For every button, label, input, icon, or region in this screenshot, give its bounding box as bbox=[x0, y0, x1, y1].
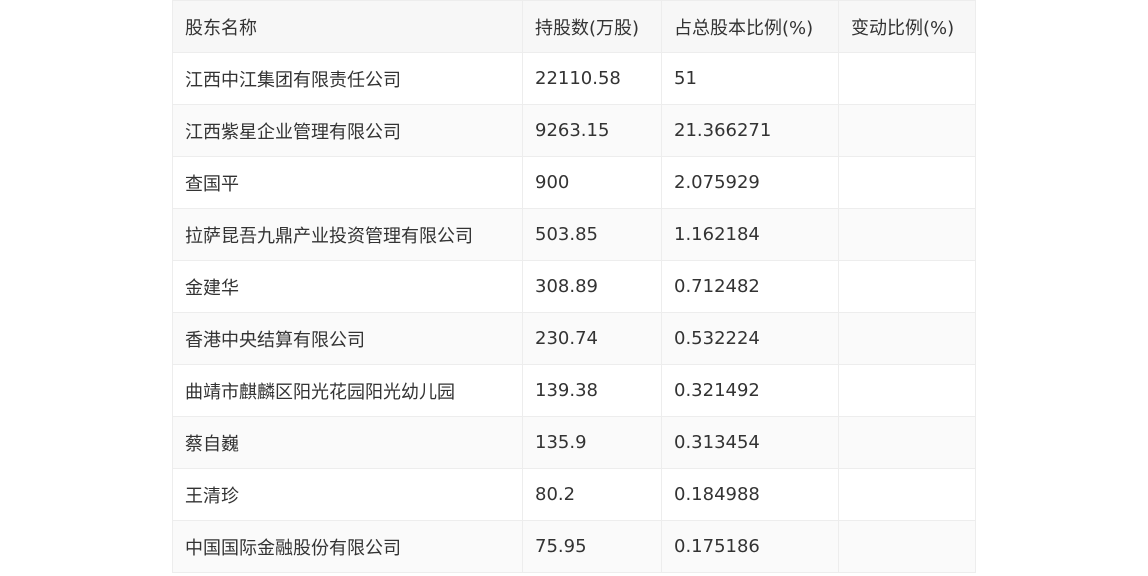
cell-shareholder-name: 蔡自巍 bbox=[172, 416, 523, 469]
cell-shareholder-name: 曲靖市麒麟区阳光花园阳光幼儿园 bbox=[172, 364, 523, 417]
table-row: 蔡自巍 135.9 0.313454 bbox=[172, 416, 976, 469]
header-row: 股东名称 持股数(万股) 占总股本比例(%) 变动比例(%) bbox=[172, 0, 976, 53]
cell-shares-held: 80.2 bbox=[522, 468, 662, 521]
cell-change-ratio bbox=[838, 260, 976, 313]
cell-change-ratio bbox=[838, 416, 976, 469]
cell-shares-held: 9263.15 bbox=[522, 104, 662, 157]
cell-change-ratio bbox=[838, 104, 976, 157]
cell-shares-held: 135.9 bbox=[522, 416, 662, 469]
header-change-ratio: 变动比例(%) bbox=[838, 0, 976, 53]
header-share-ratio: 占总股本比例(%) bbox=[661, 0, 839, 53]
cell-shareholder-name: 拉萨昆吾九鼎产业投资管理有限公司 bbox=[172, 208, 523, 261]
table-row: 拉萨昆吾九鼎产业投资管理有限公司 503.85 1.162184 bbox=[172, 208, 976, 261]
cell-change-ratio bbox=[838, 52, 976, 105]
table-row: 江西中江集团有限责任公司 22110.58 51 bbox=[172, 52, 976, 105]
cell-change-ratio bbox=[838, 468, 976, 521]
cell-share-ratio: 1.162184 bbox=[661, 208, 839, 261]
table-row: 查国平 900 2.075929 bbox=[172, 156, 976, 209]
cell-share-ratio: 51 bbox=[661, 52, 839, 105]
cell-change-ratio bbox=[838, 208, 976, 261]
cell-shareholder-name: 江西紫星企业管理有限公司 bbox=[172, 104, 523, 157]
cell-share-ratio: 2.075929 bbox=[661, 156, 839, 209]
cell-shares-held: 230.74 bbox=[522, 312, 662, 365]
table-row: 中国国际金融股份有限公司 75.95 0.175186 bbox=[172, 520, 976, 573]
cell-share-ratio: 0.313454 bbox=[661, 416, 839, 469]
cell-shares-held: 503.85 bbox=[522, 208, 662, 261]
table-row: 曲靖市麒麟区阳光花园阳光幼儿园 139.38 0.321492 bbox=[172, 364, 976, 417]
table-header: 股东名称 持股数(万股) 占总股本比例(%) 变动比例(%) bbox=[172, 0, 976, 53]
cell-shareholder-name: 王清珍 bbox=[172, 468, 523, 521]
cell-share-ratio: 0.712482 bbox=[661, 260, 839, 313]
cell-share-ratio: 21.366271 bbox=[661, 104, 839, 157]
cell-change-ratio bbox=[838, 312, 976, 365]
shareholder-table: 股东名称 持股数(万股) 占总股本比例(%) 变动比例(%) 江西中江集团有限责… bbox=[172, 0, 976, 573]
cell-change-ratio bbox=[838, 364, 976, 417]
cell-shareholder-name: 香港中央结算有限公司 bbox=[172, 312, 523, 365]
cell-shares-held: 75.95 bbox=[522, 520, 662, 573]
cell-share-ratio: 0.184988 bbox=[661, 468, 839, 521]
cell-shareholder-name: 金建华 bbox=[172, 260, 523, 313]
cell-shareholder-name: 中国国际金融股份有限公司 bbox=[172, 520, 523, 573]
cell-shares-held: 900 bbox=[522, 156, 662, 209]
cell-change-ratio bbox=[838, 156, 976, 209]
cell-share-ratio: 0.532224 bbox=[661, 312, 839, 365]
table-row: 江西紫星企业管理有限公司 9263.15 21.366271 bbox=[172, 104, 976, 157]
cell-change-ratio bbox=[838, 520, 976, 573]
table-row: 金建华 308.89 0.712482 bbox=[172, 260, 976, 313]
table-row: 香港中央结算有限公司 230.74 0.532224 bbox=[172, 312, 976, 365]
header-shares-held: 持股数(万股) bbox=[522, 0, 662, 53]
cell-shareholder-name: 江西中江集团有限责任公司 bbox=[172, 52, 523, 105]
cell-share-ratio: 0.175186 bbox=[661, 520, 839, 573]
cell-shares-held: 308.89 bbox=[522, 260, 662, 313]
table-body: 江西中江集团有限责任公司 22110.58 51 江西紫星企业管理有限公司 92… bbox=[172, 52, 976, 573]
header-shareholder-name: 股东名称 bbox=[172, 0, 523, 53]
cell-share-ratio: 0.321492 bbox=[661, 364, 839, 417]
table-row: 王清珍 80.2 0.184988 bbox=[172, 468, 976, 521]
cell-shareholder-name: 查国平 bbox=[172, 156, 523, 209]
shareholder-table-container: 股东名称 持股数(万股) 占总股本比例(%) 变动比例(%) 江西中江集团有限责… bbox=[172, 0, 976, 573]
cell-shares-held: 139.38 bbox=[522, 364, 662, 417]
cell-shares-held: 22110.58 bbox=[522, 52, 662, 105]
